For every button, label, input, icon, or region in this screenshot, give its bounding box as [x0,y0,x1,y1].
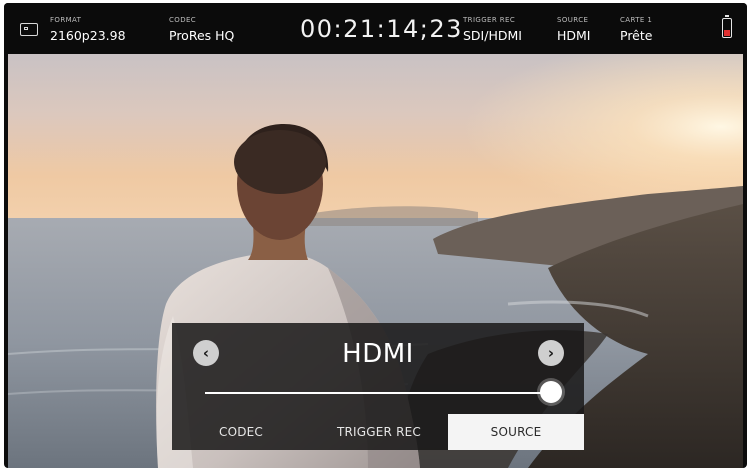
trigger-rec-value: SDI/HDMI [463,28,522,43]
source-slider-fill [205,392,551,394]
tab-trigger-rec[interactable]: TRIGGER REC [310,414,448,450]
source-field[interactable]: SOURCE HDMI [557,16,591,44]
status-bar: FORMAT 2160p23.98 CODEC ProRes HQ 00:21:… [4,3,747,53]
source-label: SOURCE [557,16,589,24]
format-field[interactable]: FORMAT 2160p23.98 [50,16,126,44]
format-value: 2160p23.98 [50,28,126,43]
source-slider-track[interactable] [205,392,551,394]
trigger-rec-field[interactable]: TRIGGER REC SDI/HDMI [463,16,522,44]
tab-codec[interactable]: CODEC [172,414,310,450]
card-value: Prête [620,28,653,43]
selected-source-title: HDMI [342,339,414,369]
settings-tabs: CODEC TRIGGER REC SOURCE [172,414,584,450]
source-selector-panel: ‹ HDMI › CODEC TRIGGER REC SOURCE [172,323,584,450]
trigger-rec-label: TRIGGER REC [463,16,516,24]
format-icon [20,23,38,36]
source-slider-handle[interactable] [540,381,562,403]
chevron-right-icon[interactable]: › [538,340,564,366]
timecode-display: 00:21:14;23 [300,15,463,43]
tab-source[interactable]: SOURCE [448,414,584,450]
codec-value: ProRes HQ [169,28,235,43]
codec-field[interactable]: CODEC ProRes HQ [169,16,234,44]
codec-label: CODEC [169,16,197,24]
card-field[interactable]: CARTE 1 Prête [620,16,652,44]
recorder-screen: FORMAT 2160p23.98 CODEC ProRes HQ 00:21:… [4,3,747,468]
battery-fill [724,29,730,36]
source-value: HDMI [557,28,591,43]
format-label: FORMAT [50,16,82,24]
card-label: CARTE 1 [620,16,653,24]
battery-icon [722,15,732,38]
